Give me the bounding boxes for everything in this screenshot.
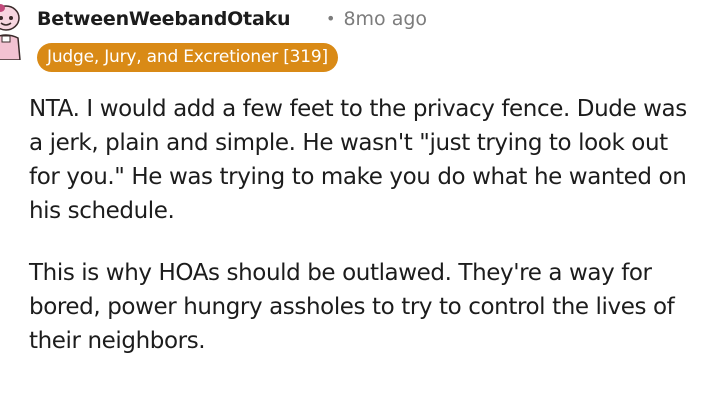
comment-meta: • 8mo ago	[326, 6, 427, 32]
meta-separator: •	[326, 9, 336, 28]
comment-paragraph: NTA. I would add a few feet to the priva…	[29, 96, 687, 224]
user-flair: Judge, Jury, and Excretioner [319]	[37, 43, 338, 72]
avatar[interactable]	[0, 0, 26, 60]
avatar-icon	[0, 4, 21, 60]
author-username[interactable]: BetweenWeebandOtaku	[37, 6, 291, 32]
comment-paragraph: This is why HOAs should be outlawed. The…	[29, 260, 675, 354]
comment-timestamp[interactable]: 8mo ago	[343, 8, 427, 30]
comment-body: NTA. I would add a few feet to the priva…	[29, 92, 705, 386]
comment: BetweenWeebandOtaku • 8mo ago Judge, Jury…	[0, 0, 708, 409]
